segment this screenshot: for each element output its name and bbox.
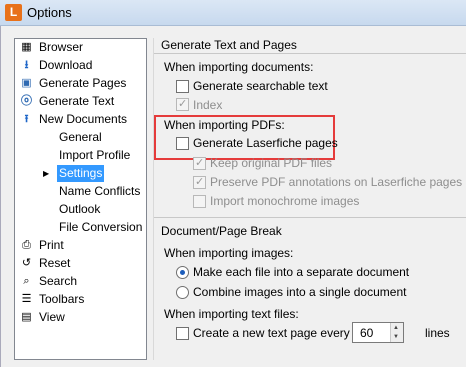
check-icon: ✓ [195,157,205,169]
laserfiche-pages-label: Generate Laserfiche pages [193,136,338,150]
generate-pages-icon: ▣ [21,77,32,89]
laserfiche-app-icon: L [5,4,22,21]
search-icon: ⌕ [23,275,30,287]
lines-value: 60 [360,326,374,340]
expand-arrow-icon[interactable]: ▶ [43,165,49,182]
importing-images-label: When importing images: [164,246,294,260]
title-bar: L Options [0,0,466,26]
preserve-annotations-label: Preserve PDF annotations on Laserfiche p… [210,175,463,189]
generate-text-icon: ⓞ [21,95,32,107]
index-label: Index [193,98,223,112]
tree-item-label: View [39,310,65,324]
reset-icon: ↺ [21,257,32,269]
tree-subitem-label: Name Conflicts [59,184,141,198]
stepper-buttons[interactable]: ▲ ▼ [390,323,403,342]
new-text-page-checkbox[interactable] [176,327,189,340]
tree-item-label: Download [39,58,93,72]
up-arrow-icon[interactable]: ▲ [393,325,399,331]
new-text-page-label: Create a new text page every [193,326,350,340]
tree-subitem-label: Outlook [59,202,101,216]
window-title: Options [27,5,72,20]
lines-unit-label: lines [425,326,450,340]
keep-original-label: Keep original PDF files [210,156,333,170]
single-document-radio[interactable] [176,286,189,299]
separate-document-label: Make each file into a separate document [193,265,410,279]
tree-subitem-label: General [59,130,102,144]
check-icon: ✓ [178,98,188,110]
generate-section-title: Generate Text and Pages [161,38,297,52]
searchable-text-checkbox[interactable] [176,80,189,93]
importing-text-label: When importing text files: [164,307,299,321]
tree-subitem-label: File Conversion [59,220,143,234]
searchable-text-label: Generate searchable text [193,79,328,93]
import-monochrome-checkbox[interactable] [193,195,206,208]
keep-original-checkbox[interactable]: ✓ [193,157,206,170]
tree-item-label: Reset [39,256,71,270]
laserfiche-pages-checkbox[interactable] [176,137,189,150]
tree-item-label: Generate Pages [39,76,127,90]
tree-item-label: Generate Text [39,94,115,108]
download-icon: ⭳ [24,59,29,71]
page-break-section-title: Document/Page Break [161,224,282,238]
tree-subitem-label: Settings [57,165,105,182]
tree-item-label: Toolbars [39,292,85,306]
selected-radio-dot [180,270,185,275]
tree-subitem-label: Import Profile [59,148,131,162]
single-document-label: Combine images into a single document [193,285,407,299]
preserve-annotations-checkbox[interactable]: ✓ [193,176,206,189]
separate-document-radio[interactable] [176,266,189,279]
section-rule [154,53,466,54]
view-icon: ▤ [21,311,32,323]
check-icon: ✓ [195,176,205,188]
import-monochrome-label: Import monochrome images [210,194,360,208]
section-rule [154,217,466,218]
down-arrow-icon[interactable]: ▼ [393,334,399,340]
panel-divider [153,38,154,360]
importing-documents-label: When importing documents: [164,60,314,74]
index-checkbox[interactable]: ✓ [176,98,189,111]
tree-item-label: Search [39,274,78,288]
browser-icon: ▦ [21,41,32,53]
options-tree[interactable]: ▦ Browser ⭳ Download ▣ Generate Pages ⓞ … [14,38,147,360]
new-documents-icon: ⭱ [24,113,29,125]
importing-pdfs-label: When importing PDFs: [164,118,285,132]
tree-item-label: Print [39,238,64,252]
print-icon: ⎙ [22,239,31,251]
tree-item-label: New Documents [39,112,128,126]
lines-stepper[interactable]: 60 ▲ ▼ [352,322,404,343]
tree-item-label: Browser [39,40,84,54]
toolbars-icon: ☰ [21,293,32,305]
